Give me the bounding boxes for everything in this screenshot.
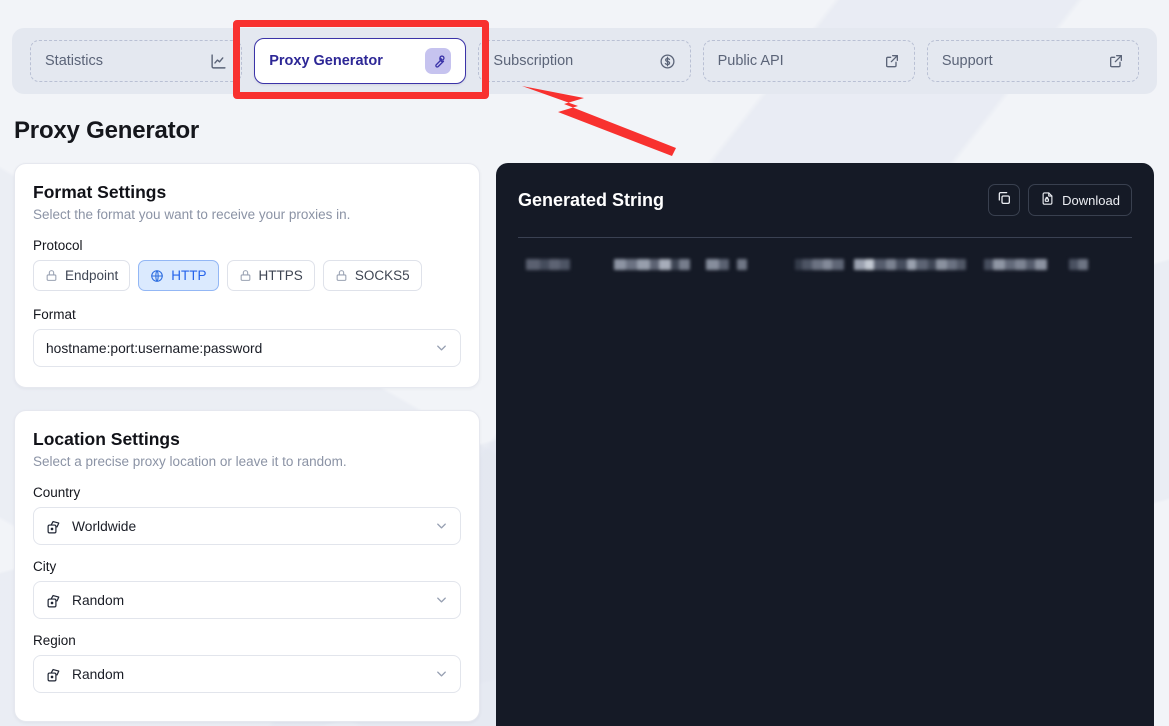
main-tabbar: Statistics Proxy Generator Subscription [12, 28, 1157, 94]
chevron-down-icon [434, 519, 449, 534]
file-lock-icon [1040, 191, 1055, 209]
format-settings-subtitle: Select the format you want to receive yo… [33, 207, 351, 222]
format-label: Format [33, 307, 76, 322]
generated-string-content-redacted [518, 258, 1132, 271]
copy-button[interactable] [988, 184, 1021, 216]
country-select-value: Worldwide [72, 518, 137, 534]
protocol-option-http[interactable]: HTTP [138, 260, 219, 291]
location-settings-card: Location Settings Select a precise proxy… [14, 410, 480, 722]
region-label: Region [33, 633, 76, 648]
protocol-option-endpoint[interactable]: Endpoint [33, 260, 131, 291]
location-settings-title: Location Settings [33, 429, 180, 449]
city-label: City [33, 559, 57, 574]
protocol-option-https-label: HTTPS [258, 268, 303, 283]
chart-icon [210, 53, 227, 70]
globe-icon [150, 269, 164, 283]
generated-string-divider [518, 237, 1132, 238]
dice-icon [46, 592, 63, 609]
tab-proxy-generator[interactable]: Proxy Generator [254, 38, 467, 84]
protocol-label: Protocol [33, 238, 83, 253]
generated-string-title: Generated String [518, 189, 665, 210]
country-label: Country [33, 485, 81, 500]
tab-statistics[interactable]: Statistics [30, 40, 243, 82]
dice-icon [46, 666, 63, 683]
generated-string-actions: Download [988, 184, 1132, 216]
page-title: Proxy Generator [14, 117, 200, 144]
tab-proxy-generator-label: Proxy Generator [269, 53, 383, 69]
tab-subscription[interactable]: Subscription [478, 40, 691, 82]
lock-icon [239, 269, 252, 282]
protocol-button-group: Endpoint HTTP HTTPS SOCKS5 [33, 260, 461, 291]
external-link-icon [1108, 53, 1124, 69]
external-link-icon [884, 53, 900, 69]
format-select[interactable]: hostname:port:username:password [33, 329, 461, 367]
app-root: Statistics Proxy Generator Subscription [0, 0, 1169, 726]
format-settings-card: Format Settings Select the format you wa… [14, 163, 480, 388]
protocol-option-http-label: HTTP [171, 268, 207, 283]
chevron-down-icon [434, 667, 449, 682]
tab-support[interactable]: Support [926, 40, 1140, 82]
protocol-option-socks5-label: SOCKS5 [354, 268, 410, 283]
generated-string-panel: Generated String Download [496, 163, 1154, 726]
download-button-label: Download [1062, 192, 1120, 208]
wrench-icon [425, 48, 452, 74]
lock-icon [45, 269, 58, 282]
download-button[interactable]: Download [1028, 184, 1132, 216]
tab-support-label: Support [941, 53, 993, 69]
dollar-circle-icon [659, 53, 676, 70]
location-settings-subtitle: Select a precise proxy location or leave… [33, 454, 347, 469]
protocol-option-https[interactable]: HTTPS [226, 260, 315, 291]
protocol-option-socks5[interactable]: SOCKS5 [322, 260, 422, 291]
chevron-down-icon [434, 341, 449, 356]
protocol-option-endpoint-label: Endpoint [65, 268, 119, 283]
tab-public-api[interactable]: Public API [702, 40, 915, 82]
tab-statistics-label: Statistics [45, 53, 104, 69]
country-select[interactable]: Worldwide [33, 507, 461, 545]
city-select[interactable]: Random [33, 581, 461, 619]
dice-icon [46, 518, 63, 535]
generated-string-header: Generated String Download [518, 183, 1132, 217]
tab-public-api-label: Public API [717, 53, 784, 69]
format-settings-title: Format Settings [33, 182, 167, 202]
chevron-down-icon [434, 593, 449, 608]
region-select[interactable]: Random [33, 655, 461, 693]
region-select-value: Random [72, 666, 125, 682]
city-select-value: Random [72, 592, 125, 608]
lock-icon [335, 269, 348, 282]
copy-icon [996, 190, 1012, 211]
format-select-value: hostname:port:username:password [46, 340, 263, 356]
tab-subscription-label: Subscription [493, 53, 574, 69]
